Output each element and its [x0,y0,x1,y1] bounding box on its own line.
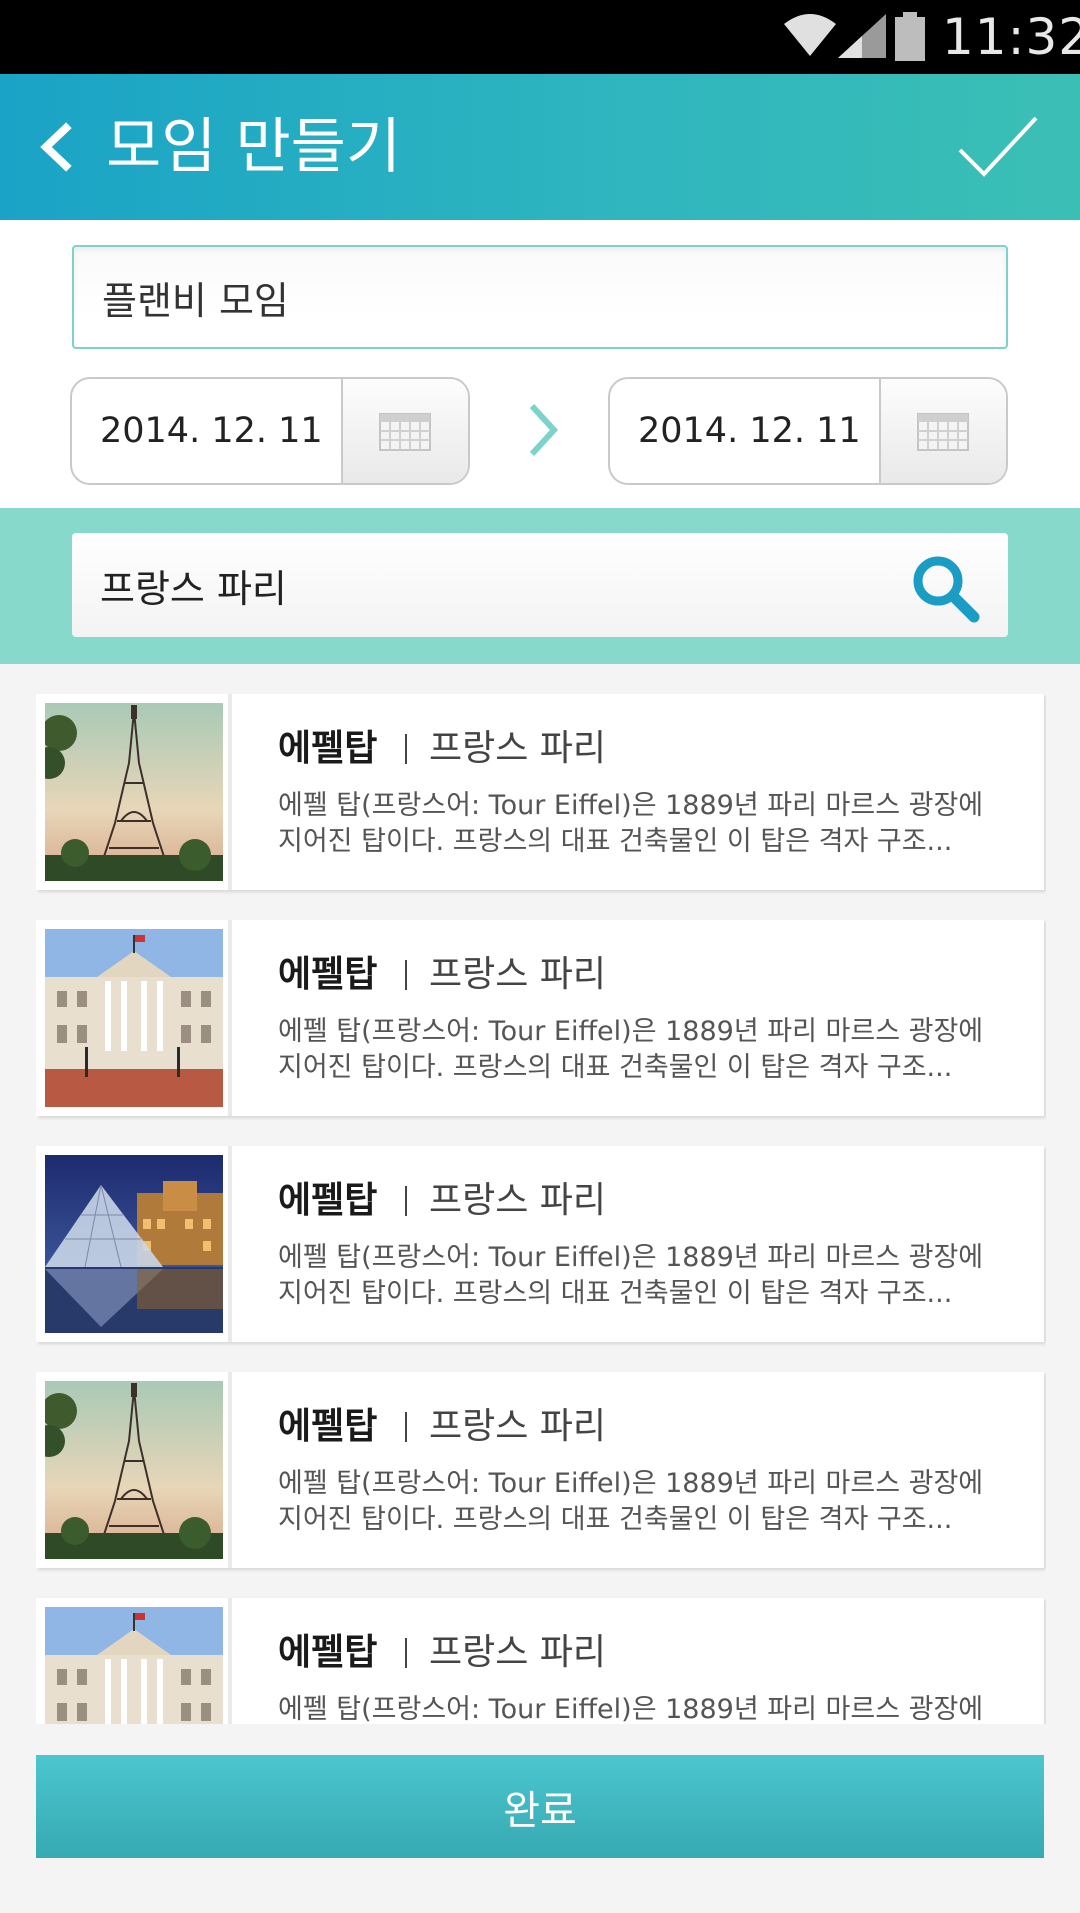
place-location: 프랑스 파리 [429,728,607,769]
result-card-4[interactable]: 에펠탑 프랑스 파리 에펠 탑(프랑스어: Tour Eiffel)은 1889… [36,1372,1044,1568]
calendar-icon [917,413,969,451]
thumbnail-frame [36,1598,232,1724]
calendar-icon [379,413,431,451]
chevron-left-icon [40,122,72,172]
start-date-picker[interactable]: 2014. 12. 11 [70,377,470,485]
palace-thumbnail [45,929,223,1107]
title-divider [405,1186,407,1216]
place-description: 에펠 탑(프랑스어: Tour Eiffel)은 1889년 파리 마르스 광장… [278,1466,1018,1538]
battery-icon [895,12,925,61]
title-divider [405,1638,407,1668]
title-divider [405,734,407,764]
location-search-input[interactable] [72,533,1008,637]
start-date-value: 2014. 12. 11 [100,411,323,451]
place-location: 프랑스 파리 [429,1406,607,1447]
place-title: 에펠탑 [278,954,378,995]
results-list: 에펠탑 프랑스 파리 에펠 탑(프랑스어: Tour Eiffel)은 1889… [36,694,1046,1724]
place-title: 에펠탑 [278,1406,378,1447]
palace-thumbnail [45,1607,223,1724]
description-line: 에펠 탑(프랑스어: Tour Eiffel)은 1889년 파리 마르스 광장… [278,790,984,821]
wifi-icon [784,14,836,56]
louvre-pyramid-thumbnail [45,1155,223,1333]
place-title: 에펠탑 [278,728,378,769]
done-button[interactable]: 완료 [36,1755,1044,1858]
place-location: 프랑스 파리 [429,954,607,995]
description-line: 에펠 탑(프랑스어: Tour Eiffel)은 1889년 파리 마르스 광장… [278,1242,984,1273]
place-location: 프랑스 파리 [429,1180,607,1221]
result-card-1[interactable]: 에펠탑 프랑스 파리 에펠 탑(프랑스어: Tour Eiffel)은 1889… [36,694,1044,890]
description-line: 에펠 탑(프랑스어: Tour Eiffel)은 1889년 파리 마르스 광장… [278,1016,984,1047]
status-bar: 11:32 [0,0,1080,74]
description-line: 지어진 탑이다. 프랑스의 대표 건축물인 이 탑은 격자 구조... [278,826,953,857]
place-description: 에펠 탑(프랑스어: Tour Eiffel)은 1889년 파리 마르스 광장… [278,1692,1018,1724]
thumbnail-frame [36,920,232,1116]
place-title: 에펠탑 [278,1180,378,1221]
thumbnail-frame [36,1372,232,1568]
place-description: 에펠 탑(프랑스어: Tour Eiffel)은 1889년 파리 마르스 광장… [278,1014,1018,1086]
description-line: 에펠 탑(프랑스어: Tour Eiffel)은 1889년 파리 마르스 광장… [278,1468,984,1499]
end-calendar-button[interactable] [879,379,1006,483]
search-icon [913,556,980,623]
result-card-3[interactable]: 에펠탑 프랑스 파리 에펠 탑(프랑스어: Tour Eiffel)은 1889… [36,1146,1044,1342]
result-card-2[interactable]: 에펠탑 프랑스 파리 에펠 탑(프랑스어: Tour Eiffel)은 1889… [36,920,1044,1116]
place-title: 에펠탑 [278,1632,378,1673]
back-button[interactable] [28,112,84,182]
description-line: 지어진 탑이다. 프랑스의 대표 건축물인 이 탑은 격자 구조... [278,1278,953,1309]
description-line: 에펠 탑(프랑스어: Tour Eiffel)은 1889년 파리 마르스 광장… [278,1694,984,1724]
description-line: 지어진 탑이다. 프랑스의 대표 건축물인 이 탑은 격자 구조... [278,1504,953,1535]
result-card-5[interactable]: 에펠탑 프랑스 파리 에펠 탑(프랑스어: Tour Eiffel)은 1889… [36,1598,1044,1724]
check-icon [958,116,1038,177]
confirm-button[interactable] [952,110,1042,186]
place-description: 에펠 탑(프랑스어: Tour Eiffel)은 1889년 파리 마르스 광장… [278,788,1018,860]
end-date-picker[interactable]: 2014. 12. 11 [608,377,1008,485]
place-location: 프랑스 파리 [429,1632,607,1673]
start-calendar-button[interactable] [341,379,468,483]
eiffel-tower-thumbnail [45,703,223,881]
end-date-value: 2014. 12. 11 [638,411,861,451]
thumbnail-frame [36,694,232,890]
title-divider [405,960,407,990]
place-description: 에펠 탑(프랑스어: Tour Eiffel)은 1889년 파리 마르스 광장… [278,1240,1018,1312]
thumbnail-frame [36,1146,232,1342]
status-time: 11:32 [942,8,1080,66]
description-line: 지어진 탑이다. 프랑스의 대표 건축물인 이 탑은 격자 구조... [278,1052,953,1083]
meeting-name-input[interactable] [72,245,1008,349]
signal-icon [838,14,886,58]
eiffel-tower-thumbnail [45,1381,223,1559]
chevron-right-icon [529,403,559,457]
title-divider [405,1412,407,1442]
app-bar: 모임 만들기 [0,74,1080,220]
search-button[interactable] [910,553,982,625]
page-title: 모임 만들기 [106,112,402,182]
